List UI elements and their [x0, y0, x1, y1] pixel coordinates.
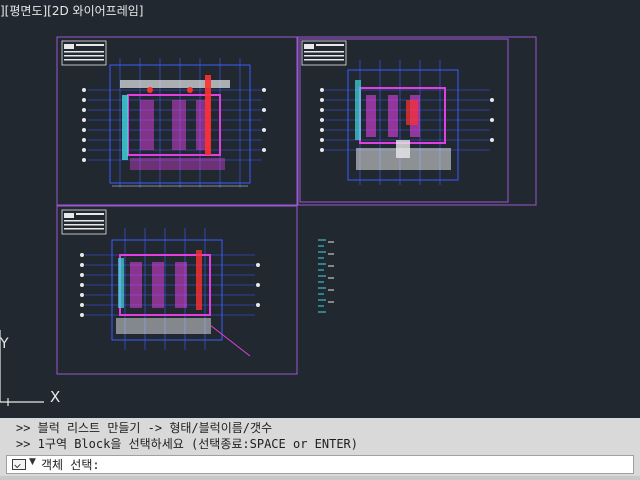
command-history-line: >> 블럭 리스트 만들기 -> 형태/블럭이름/갯수: [16, 421, 273, 435]
command-prompt-text: 객체 선택:: [41, 458, 100, 472]
ucs-y-label: Y: [0, 336, 9, 352]
command-history-line: >> 1구역 Block을 선택하세요 (선택종료:SPACE or ENTER…: [16, 437, 358, 451]
model-viewport[interactable]: Y X ][평면도][2D 와이어프레임]: [0, 0, 640, 418]
ucs-icon: Y X: [0, 330, 60, 406]
status-bar: [0, 476, 640, 480]
drawing-canvas[interactable]: Y X: [0, 0, 640, 418]
command-input[interactable]: ▼ 객체 선택:: [6, 455, 634, 474]
frame-top-right-inner: [299, 38, 509, 203]
ucs-x-label: X: [50, 388, 60, 406]
legend-column: [318, 239, 334, 313]
command-prompt-icon[interactable]: [12, 459, 26, 470]
floor-plan-3[interactable]: [80, 228, 260, 357]
chevron-down-icon[interactable]: ▼: [29, 457, 36, 467]
viewport-controls-label[interactable]: ][평면도][2D 와이어프레임]: [0, 2, 143, 19]
floor-plan-2[interactable]: [320, 60, 494, 185]
command-line-panel: >> 블럭 리스트 만들기 -> 형태/블럭이름/갯수 >> 1구역 Block…: [0, 418, 640, 480]
floor-plan-1[interactable]: [82, 58, 266, 188]
